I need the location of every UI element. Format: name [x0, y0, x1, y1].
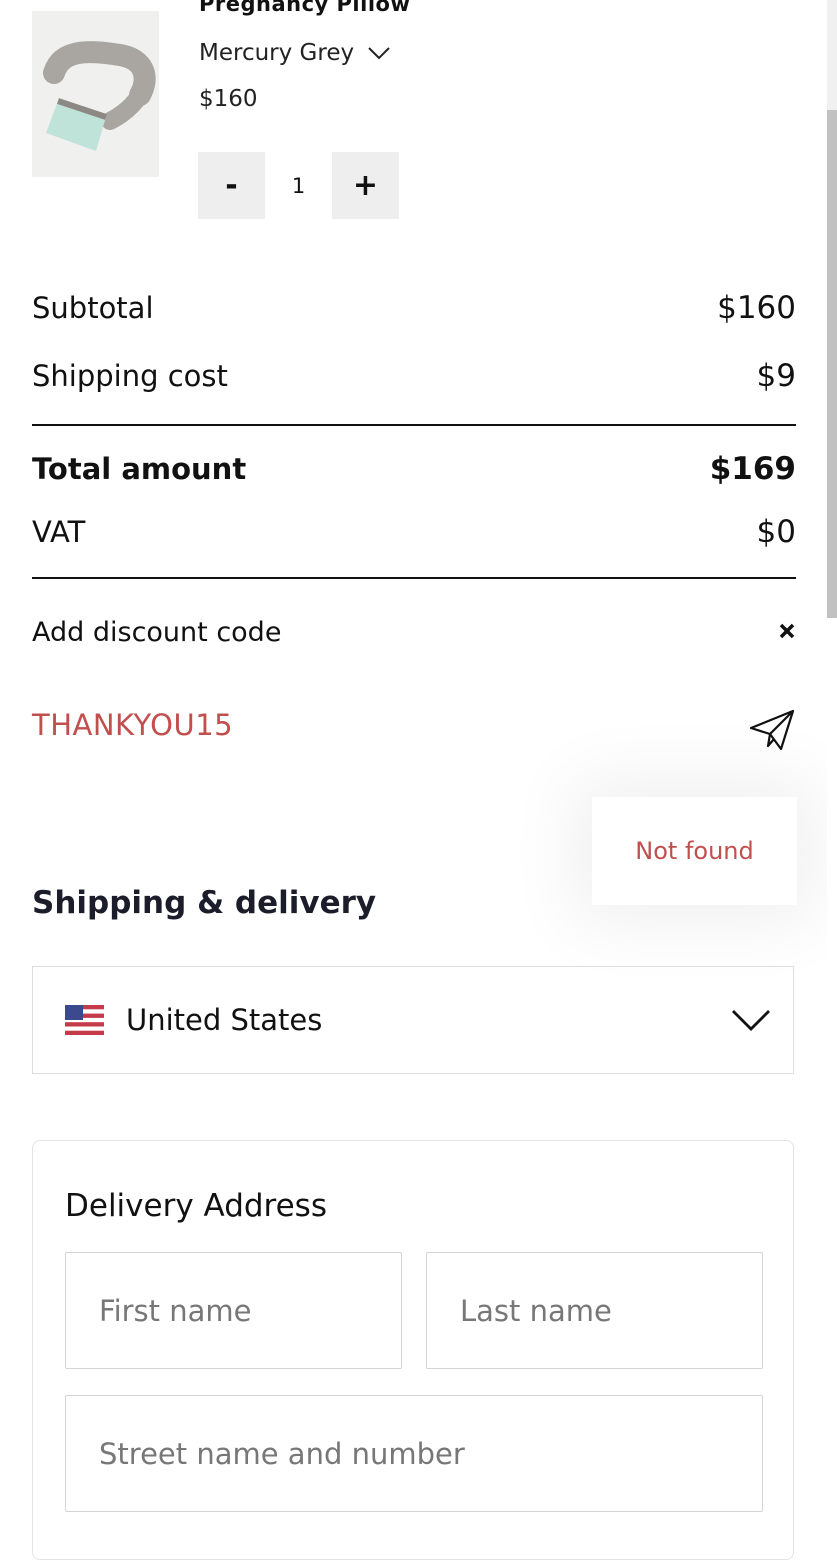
product-name: Pregnancy Pillow [199, 0, 411, 16]
first-name-field[interactable]: First name [65, 1252, 402, 1369]
subtotal-value: $160 [717, 290, 796, 326]
pillow-image [32, 11, 159, 177]
plus-label: + [352, 168, 379, 203]
chevron-down-icon [731, 1008, 771, 1032]
vat-label: VAT [32, 515, 86, 549]
total-divider [32, 577, 796, 579]
product-price: $160 [199, 86, 258, 112]
subtotal-label: Subtotal [32, 291, 154, 325]
variant-label: Mercury Grey [199, 40, 355, 66]
total-row: Total amount $169 [32, 451, 796, 487]
country-select[interactable]: United States [32, 966, 794, 1074]
subtotal-row: Subtotal $160 [32, 290, 796, 326]
street-placeholder: Street name and number [99, 1436, 465, 1471]
discount-code-input[interactable]: THANKYOU15 [32, 708, 233, 742]
vat-row: VAT $0 [32, 514, 796, 550]
shipping-cost-label: Shipping cost [32, 359, 228, 393]
discount-error-message: Not found [635, 837, 754, 865]
product-image[interactable] [32, 11, 159, 177]
discount-label: Add discount code [32, 617, 282, 648]
quantity-value: 1 [291, 173, 306, 198]
delivery-address-title: Delivery Address [65, 1188, 327, 1224]
chevron-down-icon [368, 40, 390, 66]
shipping-cost-row: Shipping cost $9 [32, 358, 796, 394]
shipping-cost-value: $9 [756, 358, 796, 394]
discount-toggle[interactable]: Add discount code [32, 617, 796, 648]
variant-select[interactable]: Mercury Grey [199, 40, 390, 66]
discount-error-toast: Not found [592, 797, 797, 905]
country-label: United States [126, 1003, 323, 1037]
total-label: Total amount [32, 452, 247, 486]
close-icon[interactable] [778, 622, 796, 644]
first-name-placeholder: First name [99, 1293, 252, 1328]
decrease-quantity-button[interactable]: - [198, 152, 265, 219]
summary-divider [32, 424, 796, 426]
send-icon[interactable] [748, 708, 796, 756]
shipping-section-title: Shipping & delivery [32, 885, 377, 921]
total-value: $169 [709, 451, 796, 487]
last-name-field[interactable]: Last name [426, 1252, 763, 1369]
us-flag-icon [65, 1005, 104, 1035]
scrollbar-thumb[interactable] [827, 110, 837, 618]
street-field[interactable]: Street name and number [65, 1395, 763, 1512]
vat-value: $0 [756, 514, 796, 550]
last-name-placeholder: Last name [460, 1293, 612, 1328]
scrollbar-top [827, 0, 837, 110]
minus-label: - [225, 168, 238, 203]
increase-quantity-button[interactable]: + [332, 152, 399, 219]
